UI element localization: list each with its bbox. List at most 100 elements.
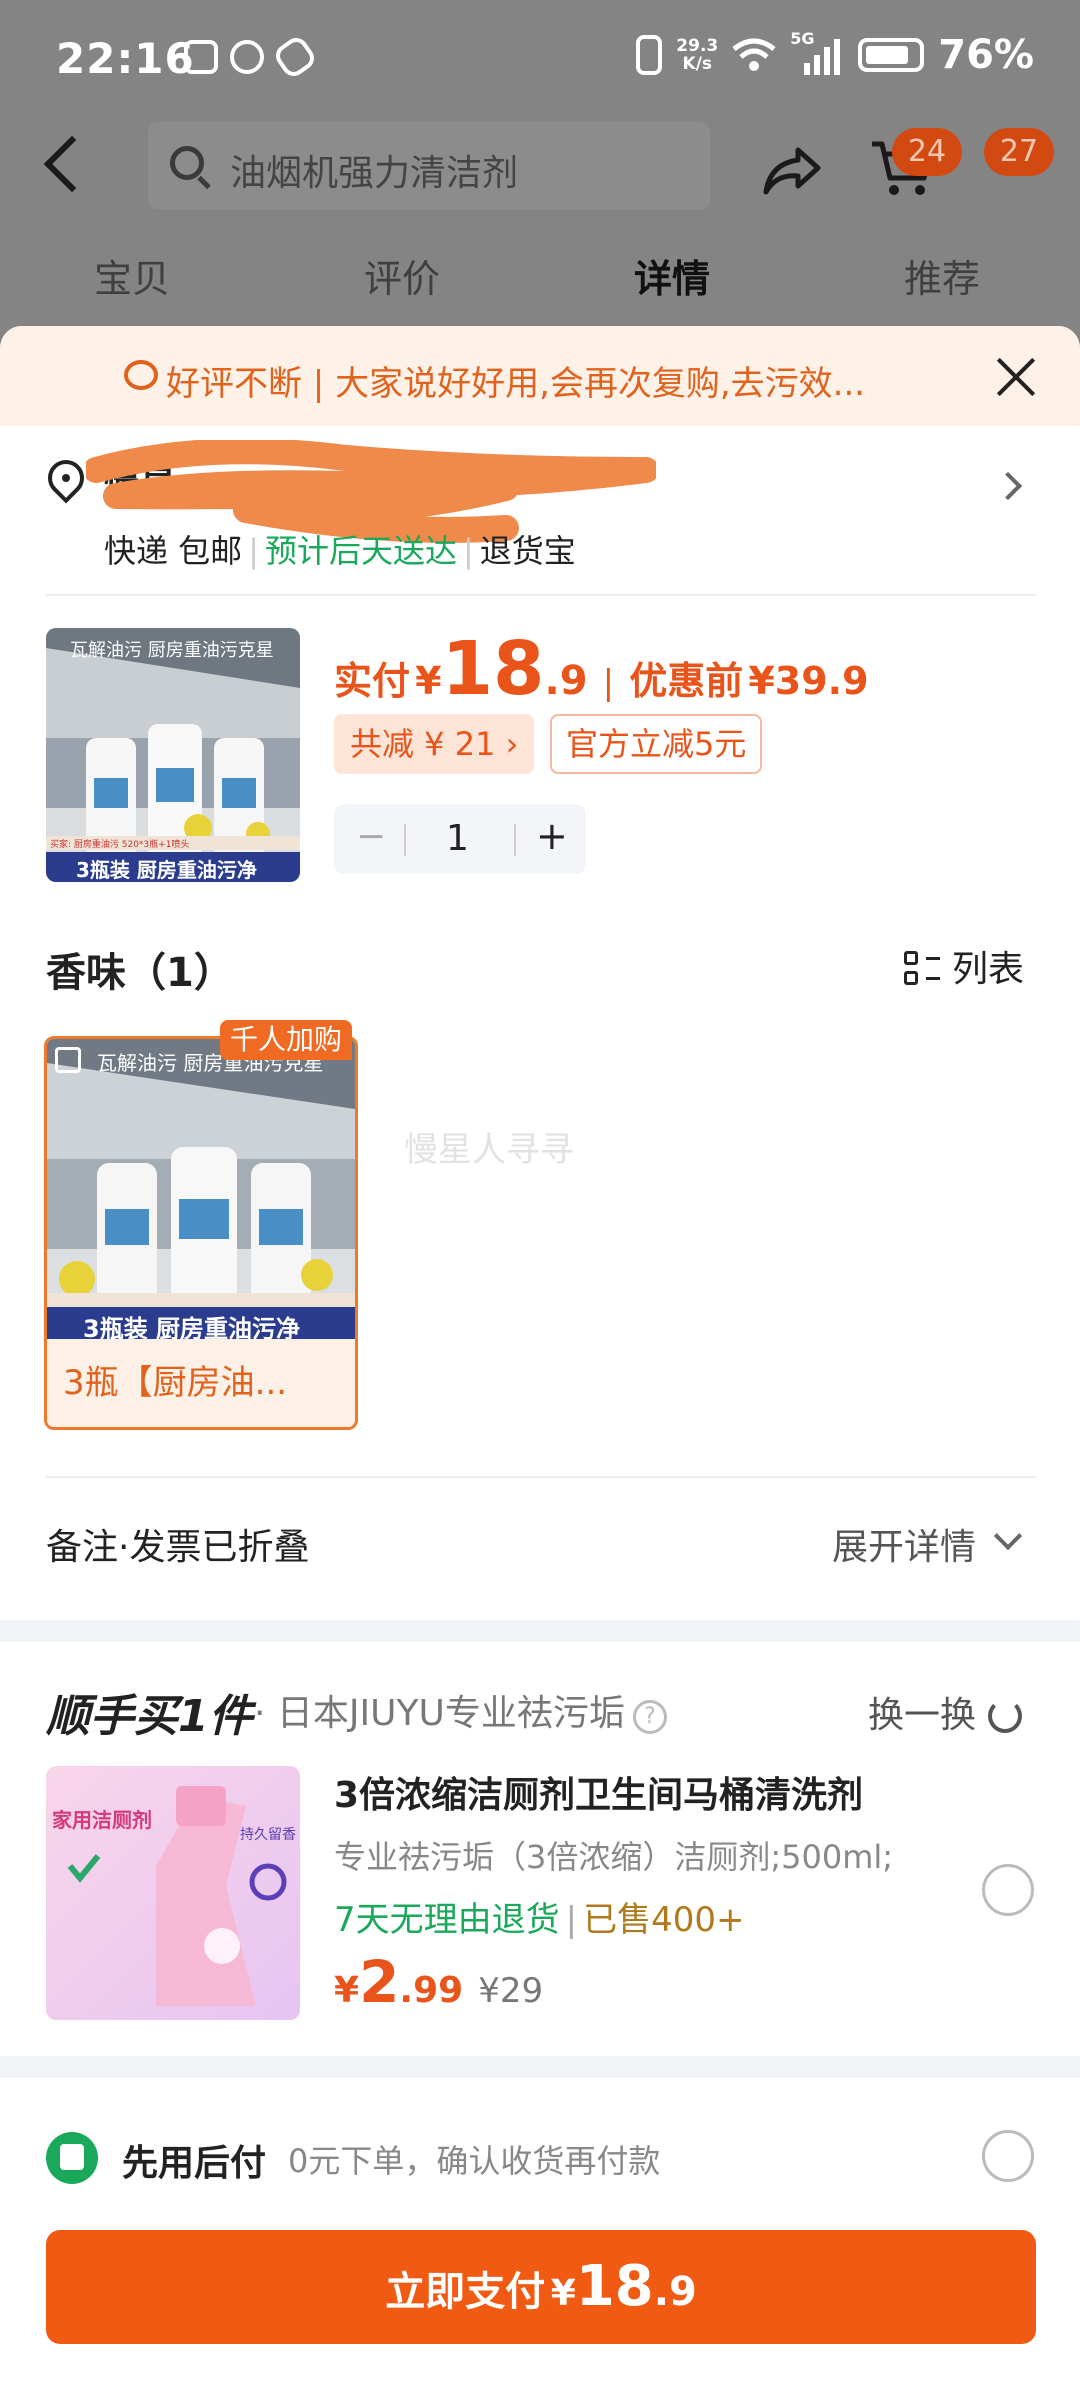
upsell-title: 顺手买1件 <box>46 1691 253 1742</box>
discount-tag[interactable]: 共减 ¥ 21 › <box>334 714 535 774</box>
cellular-icon: 5G <box>790 29 844 75</box>
chat-bubble-icon <box>124 360 158 390</box>
shipping-info: 快递 包邮 | 预计后天送达 | 退货宝 <box>104 532 576 570</box>
list-label: 列表 <box>952 949 1025 990</box>
checkout-sheet: 好评不断 | 大家说好好用,会再次复购,去污效... 慢星 快递 包邮 | 预计后天… <box>0 326 1080 2388</box>
pay-now-price-decimal: .9 <box>653 2269 697 2315</box>
wifi-icon <box>732 38 776 71</box>
remarks-label: 备注·发票已折叠 <box>46 1527 310 1568</box>
watermark: 慢星人寻寻 <box>404 1130 574 1170</box>
upsell-subtitle-text: 日本JIUYU专业祛污垢 <box>276 1693 625 1734</box>
search-bar[interactable]: 油烟机强力清洁剂 <box>148 122 710 210</box>
status-time: 22:16 <box>56 34 195 83</box>
list-icon <box>904 951 940 987</box>
app-notification-icon <box>271 33 319 81</box>
stepper-divider <box>514 824 516 856</box>
refresh-icon <box>988 1699 1023 1733</box>
upsell-tags: 7天无理由退货 | 已售400+ <box>334 1900 745 1940</box>
pay-later-icon <box>46 2132 98 2184</box>
network-speed-value: 29.3 <box>676 36 719 56</box>
alarm-icon <box>230 40 264 74</box>
address-section[interactable]: 慢星 快递 包邮 | 预计后天送达 | 退货宝 <box>0 436 1080 596</box>
discount-tag-text: 共减 ¥ 21 <box>350 725 496 763</box>
review-notice-bar[interactable]: 好评不断 | 大家说好好用,会再次复购,去污效... <box>0 326 1080 426</box>
help-icon[interactable]: ? <box>632 1700 667 1734</box>
pay-now-label: 立即支付 <box>385 2269 546 2315</box>
more-badge[interactable]: 27 <box>984 128 1054 176</box>
quantity-stepper: − 1 + <box>334 804 586 874</box>
close-icon[interactable] <box>996 356 1036 396</box>
vibrate-icon <box>636 35 663 75</box>
product-image[interactable]: 瓦解油污 厨房重油污克星 买家: 厨房重油污 520*3瓶+1喷头 3瓶装 厨房… <box>46 628 300 882</box>
expand-details-button[interactable]: 展开详情 <box>832 1518 976 1570</box>
nfc-icon <box>184 40 218 74</box>
upsell-price: ¥2.99 ¥29 <box>334 1948 543 2016</box>
chevron-down-icon <box>993 1521 1023 1551</box>
back-icon[interactable] <box>43 135 101 193</box>
price-row: 实付 ¥18.9 | 优惠前 ¥39.9 <box>334 626 869 712</box>
network-speed: 29.3 K/s <box>676 37 718 73</box>
search-placeholder: 油烟机强力清洁剂 <box>230 153 519 194</box>
variant-section-title: 香味（1） <box>46 950 234 996</box>
image-caption-top: 瓦解油污 厨房重油污克星 <box>70 640 274 661</box>
upsell-original-price: ¥29 <box>478 1971 544 2011</box>
section-separator <box>0 2056 1080 2078</box>
decrease-button[interactable]: − <box>356 816 386 857</box>
upsell-select-radio[interactable] <box>982 1864 1034 1916</box>
image-caption-bottom: 3瓶装 厨房重油污净 <box>76 858 257 882</box>
variant-name: 3瓶【厨房油... <box>47 1339 355 1427</box>
expand-image-icon[interactable] <box>55 1047 81 1073</box>
upsell-spec: 专业祛污垢（3倍浓缩）洁厕剂;500ml; <box>334 1838 894 1876</box>
cart-badge: 24 <box>892 128 962 176</box>
quantity-value[interactable]: 1 <box>446 818 469 859</box>
battery-percent: 76% <box>938 32 1034 78</box>
price-integer: 18 <box>441 626 545 712</box>
swap-button[interactable]: 换一换 <box>868 1686 1023 1738</box>
upsell-image[interactable]: 家用洁厕剂 持久留香 <box>46 1766 300 2020</box>
pay-later-option[interactable]: 先用后付 0元下单，确认收货再付款 <box>46 2126 1036 2196</box>
expand-label: 展开详情 <box>832 1527 977 1568</box>
increase-button[interactable]: + <box>536 814 568 858</box>
upsell-currency: ¥ <box>334 1970 360 2011</box>
pay-now-button[interactable]: 立即支付 ¥18.9 <box>46 2230 1036 2344</box>
pay-later-desc: 0元下单，确认收货再付款 <box>288 2142 661 2180</box>
pay-now-price-integer: 18 <box>575 2254 654 2319</box>
tab-baobei[interactable]: 宝贝 <box>94 248 170 303</box>
pay-later-radio[interactable] <box>982 2130 1034 2182</box>
before-discount-label: 优惠前 <box>629 659 744 703</box>
list-view-toggle[interactable]: 列表 <box>904 940 1024 992</box>
paid-label: 实付 <box>334 659 411 703</box>
swap-label: 换一换 <box>868 1695 977 1736</box>
return-policy-tag: 7天无理由退货 <box>334 1900 560 1940</box>
tab-details[interactable]: 详情 <box>634 248 710 303</box>
before-discount-price: ¥39.9 <box>748 659 869 703</box>
search-icon <box>170 146 204 180</box>
variant-image <box>47 1039 355 1339</box>
upsell-price-decimal: .99 <box>399 1970 464 2011</box>
official-discount-tag: 官方立减5元 <box>550 714 763 774</box>
returns-text: 退货宝 <box>479 532 576 570</box>
variant-option[interactable]: 瓦解油污 厨房重油污克星 3瓶装 厨房重油污净 3瓶【厨房油... <box>44 1036 358 1430</box>
share-icon[interactable] <box>762 146 822 196</box>
tab-reviews[interactable]: 评价 <box>364 248 440 303</box>
upsell-price-integer: 2 <box>359 1948 400 2016</box>
notice-text: 好评不断 | 大家说好好用,会再次复购,去污效... <box>166 364 866 404</box>
upsell-image-text-1: 家用洁厕剂 <box>52 1808 152 1832</box>
pay-now-currency: ¥ <box>550 2273 576 2314</box>
sold-count: 已售400+ <box>583 1900 745 1940</box>
location-pin-icon <box>40 452 92 504</box>
divider <box>46 1476 1036 1478</box>
product-header: 油烟机强力清洁剂 24 27 <box>0 118 1080 218</box>
image-small-text: 买家: 厨房重油污 520*3瓶+1喷头 <box>50 840 190 850</box>
tab-recommend[interactable]: 推荐 <box>904 248 980 303</box>
pay-later-title: 先用后付 <box>122 2143 267 2184</box>
delivery-text: 预计后天送达 <box>264 532 457 570</box>
battery-icon <box>858 38 925 72</box>
price-decimal: .9 <box>544 658 588 704</box>
stepper-divider <box>404 824 406 856</box>
status-bar: 22:16 29.3 K/s 5G 76% <box>0 0 1080 118</box>
shipping-text: 快递 包邮 <box>104 532 243 570</box>
section-separator <box>0 1620 1080 1642</box>
popular-badge: 千人加购 <box>220 1020 353 1060</box>
upsell-name: 3倍浓缩洁厕剂卫生间马桶清洗剂 <box>334 1775 864 1816</box>
